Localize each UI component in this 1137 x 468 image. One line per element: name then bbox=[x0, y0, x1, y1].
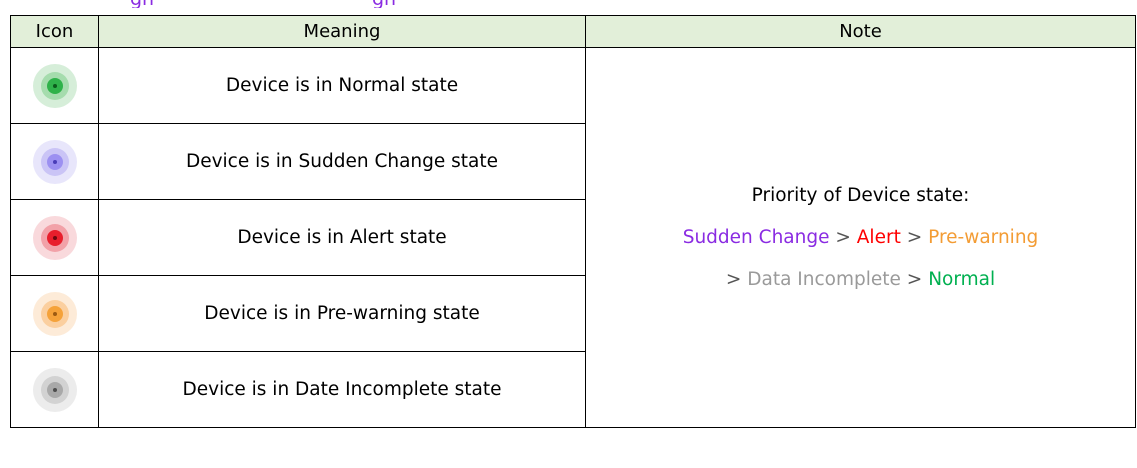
icon-cell bbox=[10, 123, 99, 200]
table-row: Device is in Normal state Priority of De… bbox=[10, 47, 1136, 428]
priority-separator: > bbox=[835, 226, 851, 248]
priority-normal: Normal bbox=[928, 268, 996, 290]
meaning-data-incomplete: Device is in Date Incomplete state bbox=[98, 351, 586, 428]
icon-cell bbox=[10, 47, 99, 124]
pre-warning-state-icon bbox=[32, 291, 77, 336]
icon-cell bbox=[10, 351, 99, 428]
priority-separator: > bbox=[906, 268, 923, 290]
icon-cell bbox=[10, 199, 99, 276]
table-header-row: Icon Meaning Note bbox=[10, 15, 1136, 48]
priority-data-incomplete: Data Incomplete bbox=[747, 268, 901, 290]
alert-state-icon bbox=[32, 215, 77, 260]
meaning-sudden-change: Device is in Sudden Change state bbox=[98, 123, 586, 200]
data-incomplete-state-icon bbox=[32, 367, 77, 412]
meaning-pre-warning: Device is in Pre-warning state bbox=[98, 275, 586, 352]
priority-line-2: > Data Incomplete > Normal bbox=[586, 259, 1135, 301]
column-header-meaning: Meaning bbox=[98, 15, 586, 48]
priority-separator: > bbox=[725, 268, 742, 290]
device-state-table: Icon Meaning Note Device is in Normal st… bbox=[10, 15, 1136, 428]
priority-note: Priority of Device state: Sudden Change … bbox=[585, 47, 1136, 428]
cropped-heading: gh gh bbox=[0, 0, 1137, 8]
priority-alert: Alert bbox=[856, 226, 901, 248]
column-header-note: Note bbox=[585, 15, 1136, 48]
priority-note-title: Priority of Device state: bbox=[751, 184, 970, 206]
priority-sudden-change: Sudden Change bbox=[682, 226, 830, 248]
priority-pre-warning: Pre-warning bbox=[928, 226, 1039, 248]
cropped-heading-fragment-2: gh bbox=[372, 0, 396, 8]
priority-separator: > bbox=[906, 226, 923, 248]
cropped-heading-fragment-1: gh bbox=[130, 0, 154, 8]
icon-cell bbox=[10, 275, 99, 352]
sudden-change-state-icon bbox=[32, 139, 77, 184]
meaning-normal: Device is in Normal state bbox=[98, 47, 586, 124]
meaning-alert: Device is in Alert state bbox=[98, 199, 586, 276]
priority-line-1: Sudden Change > Alert > Pre-warning bbox=[586, 217, 1135, 259]
normal-state-icon bbox=[32, 63, 77, 108]
column-header-icon: Icon bbox=[10, 15, 99, 48]
